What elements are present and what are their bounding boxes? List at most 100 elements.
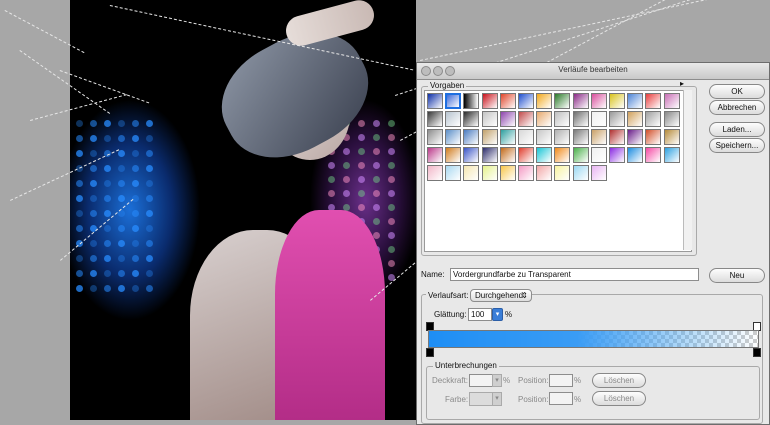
opacity-position-input[interactable]	[549, 374, 573, 387]
delete-opacity-stop-button[interactable]: Löschen	[592, 373, 646, 388]
gradient-preset-swatch[interactable]	[499, 111, 516, 127]
gradient-preset-swatch[interactable]	[445, 111, 462, 127]
gradient-preset-swatch[interactable]	[554, 111, 571, 127]
color-position-input[interactable]	[549, 392, 573, 405]
gradient-preset-swatch[interactable]	[445, 165, 462, 181]
presets-scrollbar[interactable]	[683, 90, 692, 250]
color-swatch[interactable]	[469, 392, 493, 406]
gradient-preset-swatch[interactable]	[590, 147, 607, 163]
gradient-preset-swatch[interactable]	[536, 93, 553, 109]
gradient-preset-swatch[interactable]	[463, 111, 480, 127]
color-stop-left[interactable]	[426, 348, 434, 357]
gradient-preset-swatch[interactable]	[445, 147, 462, 163]
cancel-button[interactable]: Abbrechen	[709, 100, 765, 115]
gradient-preset-swatch[interactable]	[481, 147, 498, 163]
gradient-preset-swatch[interactable]	[645, 111, 662, 127]
gradient-preset-swatch[interactable]	[499, 93, 516, 109]
gradient-preset-swatch[interactable]	[463, 165, 480, 181]
new-button[interactable]: Neu	[709, 268, 765, 283]
gradient-preset-swatch[interactable]	[609, 147, 625, 163]
gradient-preset-swatch[interactable]	[536, 129, 553, 145]
presets-menu-icon[interactable]: ▸	[680, 79, 684, 88]
light-dot	[388, 260, 395, 267]
gradient-preset-swatch[interactable]	[627, 111, 644, 127]
gradient-preset-swatch[interactable]	[590, 165, 607, 181]
color-stop-right[interactable]	[753, 348, 761, 357]
gradient-preset-swatch[interactable]	[427, 111, 443, 127]
gradient-preset-swatch[interactable]	[427, 165, 443, 181]
gradient-preset-swatch[interactable]	[481, 93, 498, 109]
gradient-preset-swatch[interactable]	[590, 93, 607, 109]
gradient-preset-swatch[interactable]	[663, 147, 680, 163]
gradient-preset-swatch[interactable]	[609, 129, 625, 145]
gradient-preset-swatch[interactable]	[463, 147, 480, 163]
gradient-preset-swatch[interactable]	[499, 165, 516, 181]
gradient-preset-swatch[interactable]	[481, 165, 498, 181]
gradient-preset-swatch[interactable]	[481, 111, 498, 127]
gradient-preset-swatch[interactable]	[609, 111, 625, 127]
gradient-preset-swatch[interactable]	[536, 165, 553, 181]
delete-color-stop-button[interactable]: Löschen	[592, 391, 646, 406]
gradient-preset-swatch[interactable]	[554, 93, 571, 109]
gradient-preset-swatch[interactable]	[663, 129, 680, 145]
gradient-preset-swatch[interactable]	[645, 129, 662, 145]
smoothness-dropdown-icon[interactable]: ▾	[492, 308, 503, 321]
gradient-preset-swatch[interactable]	[463, 93, 480, 109]
light-dot	[146, 150, 153, 157]
gradient-preset-swatch[interactable]	[627, 147, 644, 163]
gradient-preset-swatch[interactable]	[536, 147, 553, 163]
ok-button[interactable]: OK	[709, 84, 765, 99]
gradient-preset-swatch[interactable]	[445, 93, 462, 109]
gradient-preset-swatch[interactable]	[445, 129, 462, 145]
light-dot	[388, 190, 395, 197]
gradient-type-value: Durchgehend	[475, 291, 524, 300]
gradient-preset-swatch[interactable]	[572, 165, 589, 181]
opacity-dropdown-icon[interactable]: ▾	[492, 374, 502, 387]
gradient-preset-swatch[interactable]	[572, 129, 589, 145]
gradient-preset-swatch[interactable]	[645, 147, 662, 163]
gradient-preset-swatch[interactable]	[663, 111, 680, 127]
gradient-preset-swatch[interactable]	[627, 93, 644, 109]
light-dot	[358, 162, 365, 169]
gradient-preset-swatch[interactable]	[554, 147, 571, 163]
light-dot	[104, 180, 111, 187]
gradient-preset-swatch[interactable]	[554, 165, 571, 181]
light-dot	[358, 190, 365, 197]
gradient-preset-swatch[interactable]	[518, 165, 534, 181]
smoothness-input[interactable]: 100	[468, 308, 492, 321]
gradient-preset-swatch[interactable]	[572, 111, 589, 127]
gradient-preset-swatch[interactable]	[645, 93, 662, 109]
gradient-preset-swatch[interactable]	[427, 129, 443, 145]
gradient-preset-swatch[interactable]	[590, 129, 607, 145]
light-dot	[388, 232, 395, 239]
light-dot	[90, 195, 97, 202]
gradient-preset-swatch[interactable]	[590, 111, 607, 127]
gradient-preset-swatch[interactable]	[554, 129, 571, 145]
gradient-preset-swatch[interactable]	[499, 129, 516, 145]
gradient-preset-swatch[interactable]	[572, 93, 589, 109]
gradient-preset-swatch[interactable]	[427, 93, 443, 109]
gradient-preset-swatch[interactable]	[536, 111, 553, 127]
save-button[interactable]: Speichern...	[709, 138, 765, 153]
gradient-preset-swatch[interactable]	[427, 147, 443, 163]
light-dot	[146, 225, 153, 232]
color-dropdown-icon[interactable]: ▾	[492, 392, 502, 406]
gradient-preset-swatch[interactable]	[627, 129, 644, 145]
gradient-name-input[interactable]: Vordergrundfarbe zu Transparent	[450, 268, 699, 281]
gradient-preset-swatch[interactable]	[663, 93, 680, 109]
gradient-preset-swatch[interactable]	[518, 129, 534, 145]
gradient-type-select[interactable]: Durchgehend ⇕	[470, 289, 532, 302]
light-dot	[146, 285, 153, 292]
gradient-preset-swatch[interactable]	[518, 111, 534, 127]
gradient-preset-swatch[interactable]	[518, 147, 534, 163]
load-button[interactable]: Laden...	[709, 122, 765, 137]
gradient-preset-swatch[interactable]	[518, 93, 534, 109]
gradient-preset-swatch[interactable]	[572, 147, 589, 163]
gradient-preset-swatch[interactable]	[499, 147, 516, 163]
gradient-preset-swatch[interactable]	[609, 93, 625, 109]
light-dot	[90, 285, 97, 292]
gradient-preview-bar[interactable]	[428, 330, 759, 348]
gradient-preset-swatch[interactable]	[463, 129, 480, 145]
smoothness-label: Glättung:	[434, 310, 467, 319]
gradient-preset-swatch[interactable]	[481, 129, 498, 145]
